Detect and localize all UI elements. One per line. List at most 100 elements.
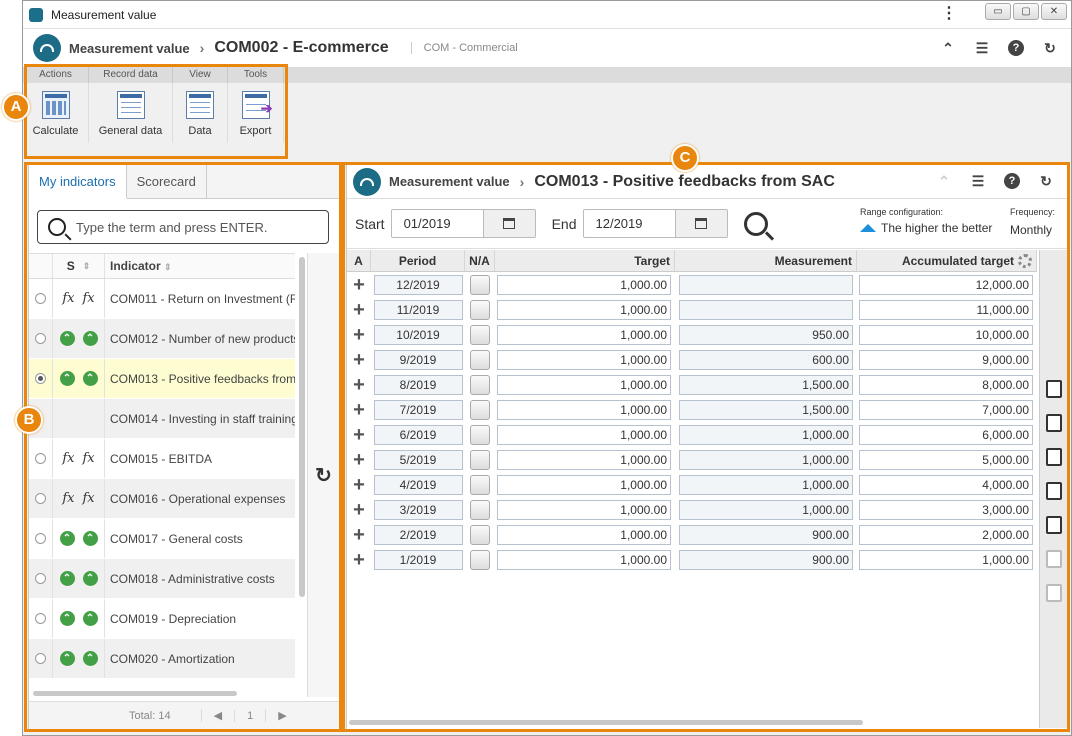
refresh-icon[interactable]: ↻ — [1037, 172, 1055, 190]
target-input[interactable]: 1,000.00 — [497, 524, 671, 545]
na-checkbox[interactable] — [470, 399, 490, 420]
delete-icon[interactable] — [1046, 414, 1062, 432]
table-row[interactable]: fx fx COM015 - EBITDA — [29, 439, 295, 479]
export-button[interactable]: ➔ Export — [228, 83, 284, 143]
general-data-button[interactable]: General data — [89, 83, 173, 143]
close-button[interactable]: ✕ — [1041, 3, 1067, 20]
add-icon[interactable]: + — [353, 300, 365, 320]
accumulated-input[interactable]: 7,000.00 — [859, 399, 1033, 420]
measurement-input[interactable]: 600.00 — [679, 349, 853, 370]
data-button[interactable]: Data — [173, 83, 228, 143]
add-icon[interactable]: + — [353, 275, 365, 295]
table-row[interactable]: ⌃ ⌃ COM019 - Depreciation — [29, 599, 295, 639]
measurement-input[interactable]: 950.00 — [679, 324, 853, 345]
accumulated-input[interactable]: 10,000.00 — [859, 324, 1033, 345]
accumulated-input[interactable]: 2,000.00 — [859, 524, 1033, 545]
accumulated-input[interactable]: 6,000.00 — [859, 424, 1033, 445]
accumulated-input[interactable]: 11,000.00 — [859, 299, 1033, 320]
tab-my-indicators[interactable]: My indicators — [29, 165, 127, 199]
na-checkbox[interactable] — [470, 499, 490, 520]
measurement-input[interactable]: 1,000.00 — [679, 474, 853, 495]
tab-scorecard[interactable]: Scorecard — [127, 165, 207, 198]
breadcrumb-parent[interactable]: Measurement value — [389, 174, 510, 189]
calculate-icon[interactable] — [1046, 516, 1062, 534]
table-row[interactable]: ⌃ ⌃ COM020 - Amortization — [29, 639, 295, 679]
collapse-icon[interactable]: ⌃ — [939, 39, 957, 57]
start-date-field[interactable]: 01/2019 — [390, 209, 536, 238]
indicator-column-header[interactable]: Indicator ⇕ — [105, 259, 295, 273]
add-icon[interactable]: + — [353, 425, 365, 445]
table-row[interactable]: ⌃ ⌃ COM012 - Number of new products — [29, 319, 295, 359]
add-icon[interactable]: + — [353, 500, 365, 520]
help-icon[interactable]: ? — [1007, 39, 1025, 57]
target-input[interactable]: 1,000.00 — [497, 549, 671, 570]
add-attachment-icon[interactable] — [1046, 380, 1062, 398]
add-icon[interactable]: + — [353, 450, 365, 470]
accumulated-input[interactable]: 4,000.00 — [859, 474, 1033, 495]
measurement-input[interactable]: 1,500.00 — [679, 374, 853, 395]
target-input[interactable]: 1,000.00 — [497, 474, 671, 495]
target-input[interactable]: 1,000.00 — [497, 424, 671, 445]
measurement-input[interactable]: 1,000.00 — [679, 449, 853, 470]
more-options-icon[interactable]: ⋮ — [941, 6, 957, 22]
gear-icon[interactable] — [1018, 253, 1032, 268]
add-icon[interactable]: + — [353, 475, 365, 495]
breadcrumb-parent[interactable]: Measurement value — [69, 41, 190, 56]
na-checkbox[interactable] — [470, 474, 490, 495]
na-checkbox[interactable] — [470, 449, 490, 470]
save-icon[interactable] — [1046, 448, 1062, 466]
status-column-header[interactable]: S ⇕ — [53, 254, 105, 278]
table-row[interactable]: ⌃ ⌃ COM017 - General costs — [29, 519, 295, 559]
collapse-icon[interactable]: ⌃ — [935, 172, 953, 190]
minimize-button[interactable]: ▭ — [985, 3, 1011, 20]
target-input[interactable]: 1,000.00 — [497, 374, 671, 395]
measurement-input[interactable]: 900.00 — [679, 524, 853, 545]
calendar-icon[interactable] — [482, 210, 535, 237]
row-radio[interactable] — [35, 573, 46, 584]
accumulated-input[interactable]: 1,000.00 — [859, 549, 1033, 570]
help-icon[interactable]: ? — [1003, 172, 1021, 190]
row-radio[interactable] — [35, 613, 46, 624]
calculate-button[interactable]: Calculate — [23, 83, 89, 143]
table-row[interactable]: ⌃ ⌃ COM018 - Administrative costs — [29, 559, 295, 599]
prev-page-icon[interactable]: ◀ — [200, 709, 234, 722]
target-input[interactable]: 1,000.00 — [497, 299, 671, 320]
na-checkbox[interactable] — [470, 549, 490, 570]
refresh-icon[interactable]: ↻ — [1041, 39, 1059, 57]
maximize-button[interactable]: ▢ — [1013, 3, 1039, 20]
row-radio[interactable] — [35, 453, 46, 464]
search-icon[interactable] — [743, 211, 768, 236]
measurement-input[interactable]: 1,000.00 — [679, 499, 853, 520]
table-row[interactable]: COM014 - Investing in staff training — [29, 399, 295, 439]
target-input[interactable]: 1,000.00 — [497, 349, 671, 370]
accumulated-input[interactable]: 5,000.00 — [859, 449, 1033, 470]
target-input[interactable]: 1,000.00 — [497, 324, 671, 345]
target-input[interactable]: 1,000.00 — [497, 274, 671, 295]
add-icon[interactable]: + — [353, 350, 365, 370]
add-icon[interactable]: + — [353, 550, 365, 570]
measurement-input[interactable]: 1,000.00 — [679, 424, 853, 445]
na-checkbox[interactable] — [470, 524, 490, 545]
next-page-icon[interactable]: ▶ — [265, 709, 298, 722]
add-icon[interactable]: + — [353, 375, 365, 395]
target-input[interactable]: 1,000.00 — [497, 399, 671, 420]
na-checkbox[interactable] — [470, 274, 490, 295]
add-icon[interactable]: + — [353, 400, 365, 420]
measurement-input[interactable] — [679, 274, 853, 295]
list-icon[interactable]: ☰ — [973, 39, 991, 57]
table-row[interactable]: fx fx COM016 - Operational expenses — [29, 479, 295, 519]
measurement-input[interactable] — [679, 299, 853, 320]
vertical-scrollbar[interactable] — [299, 257, 305, 597]
table-row[interactable]: fx fx COM011 - Return on Investment (ROI) — [29, 279, 295, 319]
measurement-input[interactable]: 900.00 — [679, 549, 853, 570]
na-checkbox[interactable] — [470, 299, 490, 320]
row-radio[interactable] — [35, 653, 46, 664]
accumulated-input[interactable]: 3,000.00 — [859, 499, 1033, 520]
list-icon[interactable]: ☰ — [969, 172, 987, 190]
measurement-input[interactable]: 1,500.00 — [679, 399, 853, 420]
row-radio[interactable] — [35, 493, 46, 504]
horizontal-scrollbar[interactable] — [33, 691, 237, 696]
accumulated-input[interactable]: 9,000.00 — [859, 349, 1033, 370]
table-row[interactable]: ⌃ ⌃ COM013 - Positive feedbacks from SAC — [29, 359, 295, 399]
row-radio[interactable] — [35, 293, 46, 304]
